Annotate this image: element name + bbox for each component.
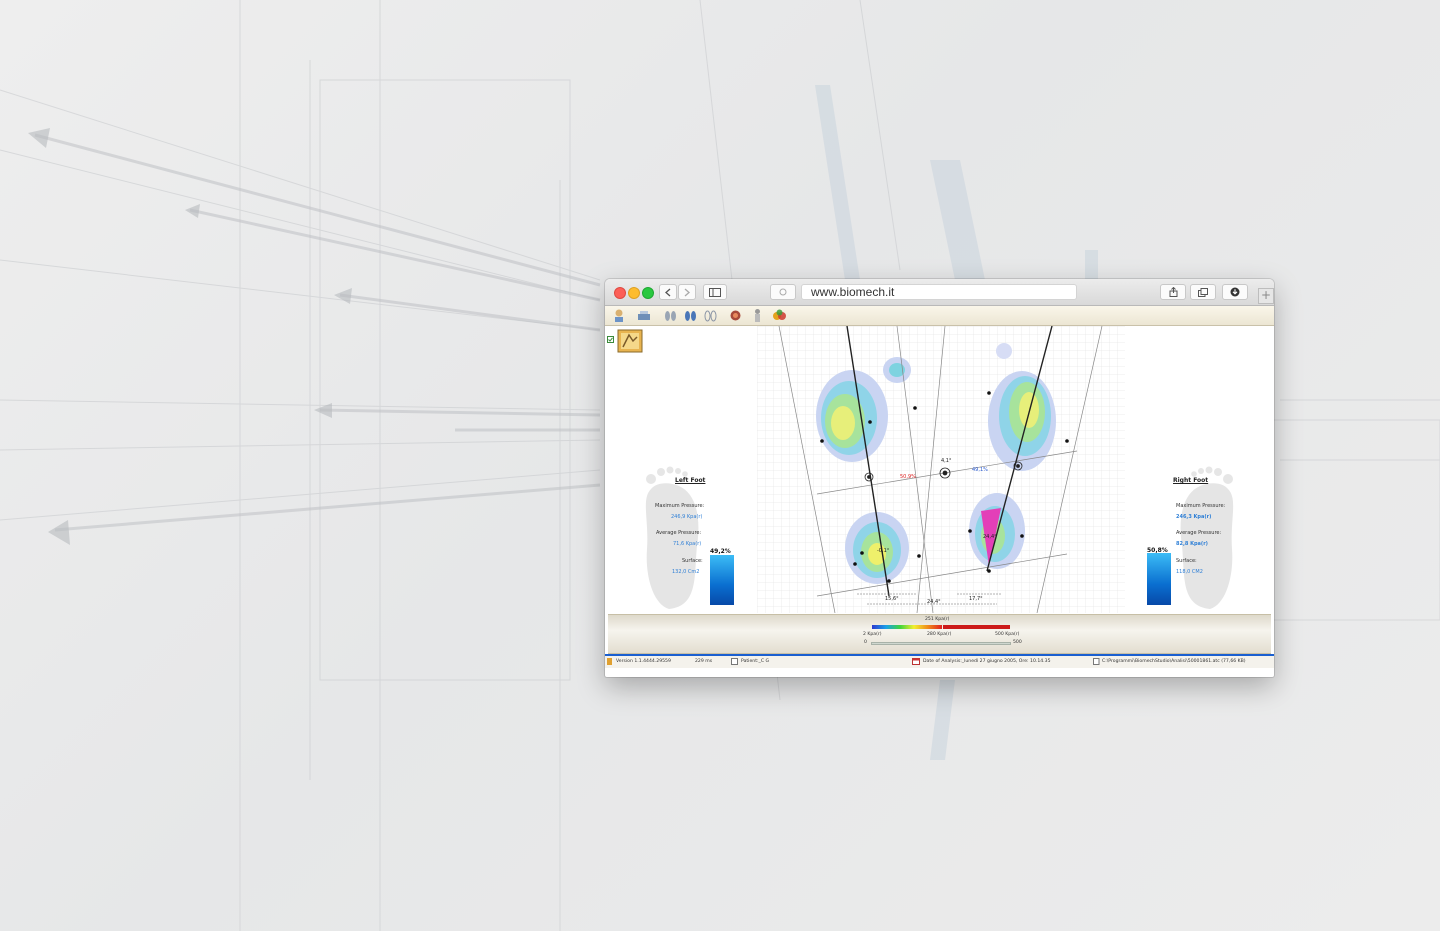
browser-titlebar: www.biomech.it + [605, 279, 1274, 306]
file-icon [1093, 658, 1100, 665]
left-foot-silhouette [645, 466, 699, 609]
right-foot-heading: Right Foot [1173, 477, 1209, 484]
calendar-icon [912, 658, 920, 665]
feet-outline-icon[interactable] [703, 308, 718, 323]
app-toolbar [605, 306, 1274, 326]
checkbox-checked-icon[interactable] [607, 336, 614, 343]
chevron-right-icon [684, 288, 690, 296]
share-icon [1169, 287, 1177, 297]
left-surface-value: 132,0 Cm2 [672, 569, 700, 575]
right-avg-pressure-label: Average Pressure: [1176, 530, 1222, 536]
browser-window: www.biomech.it + Left Foot Maximum Press… [605, 279, 1274, 677]
left-surface-label: Surface: [682, 558, 703, 564]
patient-card-icon [731, 658, 738, 665]
analysis-thumbnail-icon[interactable] [617, 329, 643, 353]
left-foot-heading: Left Foot [675, 477, 706, 484]
right-front-label: 49,1% [972, 467, 988, 473]
pressure-analysis-view: Left Foot Maximum Pressure: 246,9 Kpa(r)… [605, 326, 1274, 613]
address-bar[interactable]: www.biomech.it [801, 284, 1077, 300]
record-icon[interactable] [728, 308, 743, 323]
right-max-pressure-value: 246,3 Kpa(r) [1176, 514, 1212, 520]
left-avg-pressure-value: 71,6 Kpa(r) [673, 541, 702, 547]
right-max-pressure-label: Maximum Pressure: [1176, 503, 1226, 509]
slider-max-label: 500 [1013, 640, 1022, 645]
reader-button[interactable] [770, 284, 796, 300]
patient-icon[interactable] [612, 308, 627, 323]
app-icon [607, 658, 612, 665]
back-button[interactable] [659, 284, 677, 300]
scale-top-value: 251 Kpa(r) [925, 617, 950, 622]
share-button[interactable] [1160, 284, 1186, 300]
scale-slider[interactable] [871, 642, 1011, 645]
right-load-bar [1147, 553, 1171, 605]
hand-icon [779, 288, 787, 296]
forward-button[interactable] [678, 284, 696, 300]
tabs-overview-button[interactable] [1190, 284, 1216, 300]
chevron-left-icon [665, 288, 671, 296]
tabs-icon [1198, 287, 1208, 297]
color-gradient-bar [872, 625, 942, 629]
scale-min-label: 2 Kpa(r) [863, 632, 882, 637]
minimize-window-button[interactable] [628, 287, 640, 299]
sidebar-icon [709, 287, 721, 297]
slider-min-label: 0 [864, 640, 867, 645]
zoom-window-button[interactable] [642, 287, 654, 299]
right-avg-pressure-value: 82,8 Kpa(r) [1176, 541, 1208, 547]
status-patient: Patient:_C G [741, 659, 770, 664]
color-scale-panel: 251 Kpa(r) 2 Kpa(r) 280 Kpa(r) 500 Kpa(r… [608, 614, 1271, 654]
left-bottom-angle-label: 15,6° [885, 596, 899, 602]
left-heel-angle-label: -0,1° [877, 548, 890, 554]
left-max-pressure-value: 246,9 Kpa(r) [671, 514, 703, 520]
close-window-button[interactable] [614, 287, 626, 299]
status-ms: 229 ms [695, 659, 713, 664]
scanner-icon[interactable] [637, 308, 652, 323]
left-load-bar [710, 555, 734, 605]
right-surface-value: 118,0 CM2 [1176, 569, 1203, 575]
center-angle-label: 4,1° [941, 458, 952, 464]
color-threshold-bar [943, 625, 1010, 629]
status-file-path: C:\Programmi\BiomechStudio\Analisi\50001… [1102, 659, 1246, 664]
right-surface-label: Surface: [1176, 558, 1197, 564]
posture-icon[interactable] [750, 308, 765, 323]
download-icon [1230, 287, 1240, 297]
status-bar: Version 1.1.4444.29559 229 ms Patient:_C… [605, 654, 1274, 668]
left-max-pressure-label: Maximum Pressure: [655, 503, 705, 509]
scale-mid-label: 280 Kpa(r) [927, 632, 952, 637]
feet-compare-icon[interactable] [683, 308, 698, 323]
new-tab-button[interactable]: + [1258, 288, 1274, 304]
right-foot-silhouette [1180, 466, 1234, 609]
pressure-map: 50,9% 49,1% 4,1° -0,1° 24,4° 15,6° 24,4°… [757, 326, 1125, 613]
right-bottom-angle-label: 17,7° [969, 596, 983, 602]
feet-icon[interactable] [663, 308, 678, 323]
sidebar-toggle-button[interactable] [703, 284, 727, 300]
left-load-percent: 49,2% [710, 548, 731, 555]
status-date: Date of Analysis:_lunedì 27 giugno 2005,… [923, 659, 1051, 664]
status-version: Version 1.1.4444.29559 [616, 659, 671, 664]
colors-icon[interactable] [772, 308, 787, 323]
left-front-label: 50,9% [900, 474, 916, 480]
downloads-button[interactable] [1222, 284, 1248, 300]
scale-max-label: 500 Kpa(r) [995, 632, 1020, 637]
right-heel-angle-label: 24,4° [983, 534, 997, 540]
left-avg-pressure-label: Average Pressure: [656, 530, 702, 536]
